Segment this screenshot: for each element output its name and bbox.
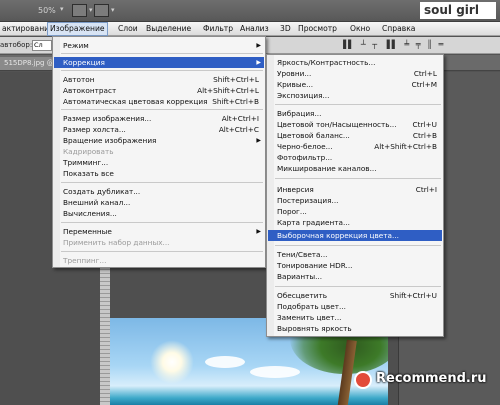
menu-separator — [275, 104, 441, 105]
menu-item-canvas-size[interactable]: Размер холста... Alt+Ctrl+C — [54, 124, 264, 135]
menu-item-threshold[interactable]: Порог... — [268, 206, 442, 217]
menu-filter[interactable]: Фильтр — [201, 22, 235, 36]
menu-item-invert[interactable]: Инверсия Ctrl+I — [268, 184, 442, 195]
brand-label: soul girl — [420, 2, 496, 19]
menu-item-hdr-toning[interactable]: Тонирование HDR... — [268, 260, 442, 271]
menu-analysis[interactable]: Анализ — [238, 22, 271, 36]
menu-window[interactable]: Окно — [348, 22, 372, 36]
screen-mode-icon[interactable] — [94, 4, 109, 17]
menu-item-shadows-highlights[interactable]: Тени/Света... — [268, 249, 442, 260]
menu-view[interactable]: Просмотр — [296, 22, 339, 36]
menu-separator — [275, 178, 441, 179]
menu-item-channel-mixer[interactable]: Микширование каналов... — [268, 163, 442, 174]
options-top-bar: 50% ▾ ▾ ▾ soul girl — [0, 0, 500, 22]
menu-separator — [61, 109, 263, 110]
menu-3d[interactable]: 3D — [278, 22, 293, 36]
menu-item-auto-tone[interactable]: Автотон Shift+Ctrl+L — [54, 74, 264, 85]
adjustments-submenu: Яркость/Контрастность... Уровни... Ctrl+L… — [266, 54, 444, 337]
menu-separator — [275, 286, 441, 287]
submenu-arrow-icon: ▶ — [256, 228, 261, 235]
document-tab[interactable]: 515DP8.jpg @ — [0, 57, 58, 70]
menu-item-match-color[interactable]: Подобрать цвет... — [268, 301, 442, 312]
menu-item-color-balance[interactable]: Цветовой баланс... Ctrl+B — [268, 130, 442, 141]
menu-layers[interactable]: Слои — [116, 22, 140, 36]
cloud — [250, 366, 300, 378]
menu-item-apply-image[interactable]: Внешний канал... — [54, 197, 264, 208]
submenu-arrow-icon: ▶ — [256, 59, 261, 66]
menu-item-calculations[interactable]: Вычисления... — [54, 208, 264, 219]
cloud — [205, 356, 245, 368]
menu-separator — [61, 53, 263, 54]
menu-separator — [61, 251, 263, 252]
menu-item-variables[interactable]: Переменные ▶ — [54, 226, 264, 237]
image-menu: Режим ▶ Коррекция ▶ Автотон Shift+Ctrl+L Ав… — [52, 36, 266, 268]
chevron-down-icon[interactable]: ▾ — [89, 6, 93, 14]
menu-separator — [61, 222, 263, 223]
vertical-ruler — [100, 250, 110, 405]
menu-item-desaturate[interactable]: Обесцветить Shift+Ctrl+U — [268, 290, 442, 301]
menu-item-vibrance[interactable]: Вибрация... — [268, 108, 442, 119]
menu-item-auto-color[interactable]: Автоматическая цветовая коррекция Shift+C… — [54, 96, 264, 107]
menu-item-black-white[interactable]: Черно-белое... Alt+Shift+Ctrl+B — [268, 141, 442, 152]
zoom-level[interactable]: 50% — [38, 6, 56, 15]
submenu-arrow-icon: ▶ — [256, 42, 261, 49]
auto-select-label: автобор: — [0, 41, 33, 49]
menu-item-exposure[interactable]: Экспозиция... — [268, 90, 442, 101]
menu-item-curves[interactable]: Кривые... Ctrl+M — [268, 79, 442, 90]
menu-help[interactable]: Справка — [380, 22, 417, 36]
menu-separator — [61, 182, 263, 183]
menu-item-trap: Треппинг... — [63, 256, 107, 265]
menu-item-mode[interactable]: Режим ▶ — [54, 40, 264, 51]
menu-bar: актирование Изображение Слои Выделение Ф… — [0, 22, 500, 36]
auto-select-dropdown[interactable]: Сл — [32, 40, 52, 51]
menu-item-photo-filter[interactable]: Фотофильтр... — [268, 152, 442, 163]
sun-glow — [150, 340, 194, 384]
menu-image[interactable]: Изображение — [47, 22, 108, 36]
menu-item-auto-contrast[interactable]: Автоконтраст Alt+Shift+Ctrl+L — [54, 85, 264, 96]
align-icons[interactable]: ▐▌ ┴ ┬ ▐▌ ╧ ╤ ║ ═ — [340, 40, 445, 49]
menu-item-crop: Кадрировать — [63, 147, 114, 156]
menu-item-gradient-map[interactable]: Карта градиента... — [268, 217, 442, 228]
chevron-down-icon[interactable]: ▾ — [60, 5, 64, 13]
menu-item-trim[interactable]: Тримминг... — [54, 157, 264, 168]
menu-separator — [61, 70, 263, 71]
menu-item-image-rotation[interactable]: Вращение изображения ▶ — [54, 135, 264, 146]
menu-item-brightness-contrast[interactable]: Яркость/Контрастность... — [268, 57, 442, 68]
menu-item-apply-data-set: Применить набор данных... — [63, 238, 170, 247]
menu-item-levels[interactable]: Уровни... Ctrl+L — [268, 68, 442, 79]
submenu-arrow-icon: ▶ — [256, 137, 261, 144]
menu-item-posterize[interactable]: Постеризация... — [268, 195, 442, 206]
menu-item-image-size[interactable]: Размер изображения... Alt+Ctrl+I — [54, 113, 264, 124]
watermark-logo — [354, 371, 372, 389]
menu-item-replace-color[interactable]: Заменить цвет... — [268, 312, 442, 323]
chevron-down-icon[interactable]: ▾ — [111, 6, 115, 14]
menu-item-equalize[interactable]: Выровнять яркость — [268, 323, 442, 334]
menu-item-adjustments[interactable]: Коррекция ▶ — [54, 57, 264, 68]
watermark-text: Recommend.ru — [376, 371, 487, 386]
menu-item-variations[interactable]: Варианты... — [268, 271, 442, 282]
arrange-documents-icon[interactable] — [72, 4, 87, 17]
menu-item-selective-color[interactable]: Выборочная коррекция цвета... — [268, 230, 442, 241]
menu-select[interactable]: Выделение — [144, 22, 193, 36]
menu-item-reveal-all[interactable]: Показать все — [54, 168, 264, 179]
menu-separator — [275, 245, 441, 246]
menu-item-hue-saturation[interactable]: Цветовой тон/Насыщенность... Ctrl+U — [268, 119, 442, 130]
menu-item-duplicate[interactable]: Создать дубликат... — [54, 186, 264, 197]
